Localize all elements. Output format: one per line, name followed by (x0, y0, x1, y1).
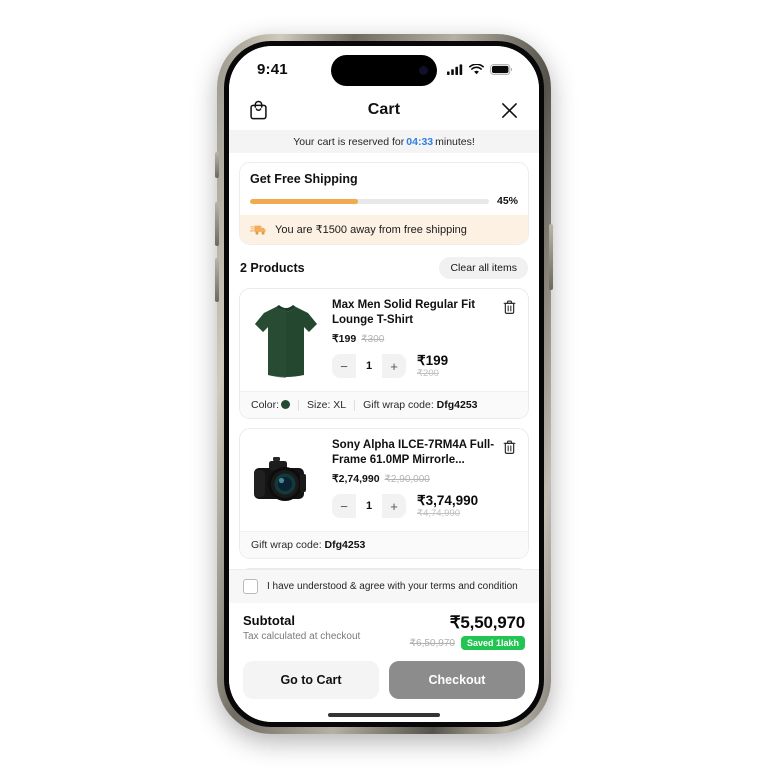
cart-item-attributes: Gift wrap code: Dfg4253 (240, 531, 528, 558)
cart-item-attributes: Color: Size: XL Gift wrap code: Dfg4253 (240, 391, 528, 418)
cart-item-row-partial[interactable] (239, 568, 529, 569)
savings-row: ₹6,50,970 Saved 1lakh (410, 636, 525, 650)
cart-item-line-total-group: ₹3,74,990 ₹4,74,990 (417, 493, 478, 520)
volume-down-button[interactable] (215, 258, 219, 302)
checkout-bottom-bar: I have understood & agree with your term… (229, 569, 539, 722)
tshirt-image[interactable] (249, 298, 323, 384)
quantity-value: 1 (356, 494, 382, 519)
cart-item-line-total-group: ₹199 ₹200 (417, 353, 448, 380)
cart-header: Cart (229, 90, 539, 130)
terms-checkbox[interactable] (243, 579, 258, 594)
trash-icon[interactable] (501, 299, 519, 317)
status-bar: 9:41 (229, 46, 539, 90)
tax-note: Tax calculated at checkout (243, 631, 361, 642)
products-count: 2 Products (240, 261, 305, 275)
cart-scroll-area[interactable]: Get Free Shipping 45% You are ₹1500 away… (229, 153, 539, 569)
cta-row: Go to Cart Checkout (229, 650, 539, 708)
status-indicators (447, 63, 513, 75)
cart-item-body: Sony Alpha ILCE-7RM4A Full-Frame 61.0MP … (240, 429, 528, 531)
summary-right: ₹5,50,970 ₹6,50,970 Saved 1lakh (410, 613, 525, 650)
cart-item-line-total: ₹3,74,990 (417, 492, 479, 508)
reservation-timer: 04:33 (406, 135, 434, 148)
status-time: 9:41 (257, 60, 288, 78)
cart-item-details: Sony Alpha ILCE-7RM4A Full-Frame 61.0MP … (332, 438, 519, 524)
cart-item-body: Max Men Solid Regular Fit Lounge T-Shirt… (240, 289, 528, 391)
screenshot-canvas: 9:41 Cart Your cart is reserved for 04:3… (0, 0, 768, 768)
home-indicator-bar (328, 713, 440, 717)
phone-bezel: 9:41 Cart Your cart is reserved for 04:3… (224, 41, 544, 727)
color-label: Color: (251, 399, 291, 411)
order-summary: Subtotal Tax calculated at checkout ₹5,5… (229, 603, 539, 650)
cart-item-quantity-row: − 1 + ₹199 ₹200 (332, 353, 497, 380)
subtotal-original-amount: ₹6,50,970 (409, 637, 455, 649)
cart-item-name: Max Men Solid Regular Fit Lounge T-Shirt (332, 299, 476, 326)
subtotal-amount: ₹5,50,970 (449, 613, 525, 632)
quantity-value: 1 (356, 354, 382, 379)
dynamic-island (331, 55, 437, 86)
products-header: 2 Products Clear all items (240, 257, 528, 279)
battery-icon (490, 63, 513, 75)
power-button[interactable] (549, 224, 553, 290)
cart-item-line-total-original: ₹200 (417, 368, 439, 380)
free-shipping-title: Get Free Shipping (250, 172, 358, 186)
reservation-suffix: minutes! (435, 135, 475, 148)
go-to-cart-button[interactable]: Go to Cart (243, 661, 379, 699)
volume-up-button[interactable] (215, 202, 219, 246)
free-shipping-banner: You are ₹1500 away from free shipping (240, 215, 528, 244)
color-swatch[interactable] (281, 400, 291, 409)
quantity-decrease-button[interactable]: − (332, 354, 356, 378)
action-button[interactable] (215, 152, 219, 178)
cart-item-price-original: ₹300 (361, 333, 385, 345)
status-badge: Saved 1lakh (460, 636, 525, 650)
subtotal-label: Subtotal (243, 613, 295, 628)
shopping-bag-icon[interactable] (246, 98, 270, 122)
free-shipping-card: Get Free Shipping 45% You are ₹1500 away… (239, 162, 529, 245)
reservation-banner: Your cart is reserved for 04:33 minutes! (229, 130, 539, 153)
cart-item-price: ₹199 (332, 332, 357, 345)
cart-item-name: Sony Alpha ILCE-7RM4A Full-Frame 61.0MP … (332, 439, 495, 466)
terms-label: I have understood & agree with your term… (267, 581, 518, 592)
front-camera-icon (419, 66, 428, 75)
gift-wrap-attribute: Gift wrap code: Dfg4253 (251, 539, 366, 551)
close-icon[interactable] (498, 98, 522, 122)
quantity-increase-button[interactable]: + (382, 494, 406, 518)
clear-all-items-button[interactable]: Clear all items (439, 257, 528, 279)
cart-item-details: Max Men Solid Regular Fit Lounge T-Shirt… (332, 298, 519, 384)
quantity-stepper[interactable]: − 1 + (332, 494, 406, 519)
home-indicator (229, 708, 539, 722)
quantity-stepper[interactable]: − 1 + (332, 354, 406, 379)
page-title: Cart (367, 101, 401, 118)
trash-icon[interactable] (501, 439, 519, 457)
terms-row[interactable]: I have understood & agree with your term… (229, 569, 539, 603)
cart-item-line-total: ₹199 (417, 352, 449, 368)
cart-item-row: Max Men Solid Regular Fit Lounge T-Shirt… (239, 288, 529, 419)
size-attribute: Size: XL (307, 399, 347, 411)
progress-track (250, 198, 489, 204)
gift-wrap-attribute: Gift wrap code: Dfg4253 (363, 399, 478, 411)
attribute-divider (354, 399, 356, 411)
quantity-decrease-button[interactable]: − (332, 494, 356, 518)
cart-item-unit-price-line: ₹199 ₹300 (332, 333, 497, 345)
shipping-progress-row: 45% (250, 195, 518, 215)
wifi-icon (469, 63, 484, 74)
cart-item-unit-price-line: ₹2,74,990 ₹2,90,000 (332, 473, 497, 485)
cellular-signal-icon (447, 63, 463, 75)
cart-item-quantity-row: − 1 + ₹3,74,990 ₹4,74,990 (332, 493, 497, 520)
free-shipping-message: You are ₹1500 away from free shipping (275, 224, 467, 236)
cart-item-row: Sony Alpha ILCE-7RM4A Full-Frame 61.0MP … (239, 428, 529, 559)
delivery-truck-icon (250, 225, 266, 235)
progress-fill (250, 198, 358, 204)
phone-device-frame: 9:41 Cart Your cart is reserved for 04:3… (215, 34, 553, 734)
cart-item-line-total-original: ₹4,74,990 (417, 508, 461, 520)
camera-image[interactable] (249, 438, 323, 524)
reservation-prefix: Your cart is reserved for (293, 135, 405, 148)
progress-percent-label: 45% (496, 195, 518, 207)
summary-left: Subtotal Tax calculated at checkout (243, 613, 360, 642)
cart-item-price-original: ₹2,90,000 (384, 473, 430, 485)
phone-screen: 9:41 Cart Your cart is reserved for 04:3… (229, 46, 539, 722)
attribute-divider (298, 399, 300, 411)
checkout-button[interactable]: Checkout (389, 661, 525, 699)
cart-item-price: ₹2,74,990 (332, 472, 380, 485)
quantity-increase-button[interactable]: + (382, 354, 406, 378)
